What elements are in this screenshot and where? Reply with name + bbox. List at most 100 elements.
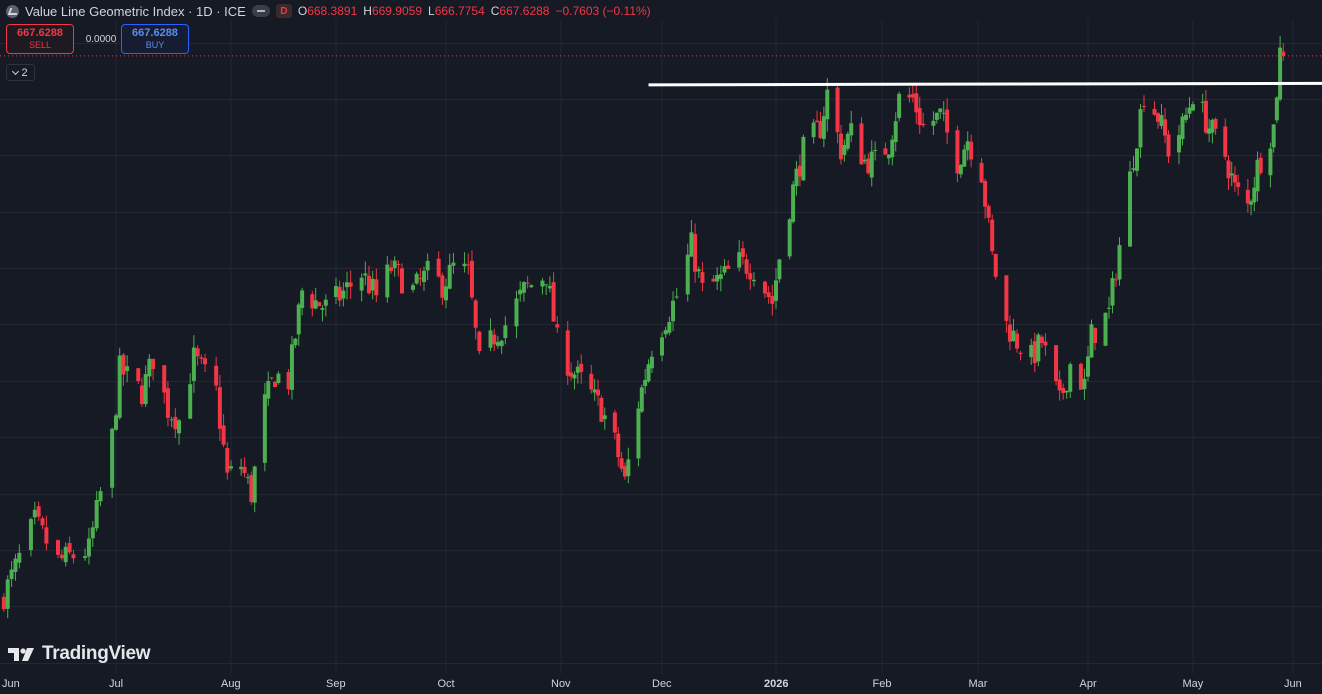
candle [1166,130,1171,163]
candle [740,241,745,265]
candle [359,273,364,302]
candle [1128,160,1132,247]
candle [525,275,530,289]
candle [1245,178,1250,213]
candle [1086,345,1090,382]
candle [693,223,698,283]
candle [1103,312,1108,347]
price-chart[interactable] [0,0,1322,694]
candle [689,220,694,258]
candle [191,335,196,393]
candle [63,542,68,567]
candle [165,381,170,427]
low-value: 666.7754 [434,4,485,18]
candle [551,272,556,322]
candle [737,240,742,272]
candle [5,575,10,619]
candle [9,561,14,587]
candle [639,384,644,414]
candle [931,111,936,136]
buy-button[interactable]: 667.6288 BUY [121,24,189,54]
candle [1036,332,1041,367]
x-tick-label: Nov [551,678,571,690]
candle [1184,107,1188,123]
candle [722,259,727,276]
candle [1191,101,1195,112]
candle [821,106,826,148]
candle [1203,89,1208,135]
candle [411,283,415,293]
tradingview-logo[interactable]: TradingView [8,643,151,665]
candle [389,260,393,274]
candle [835,85,840,144]
candle [503,316,508,345]
sell-label: SELL [28,40,52,50]
candle [794,160,799,196]
candle [1018,350,1023,361]
candle [1068,362,1073,398]
candle [44,515,49,551]
candle [447,253,452,290]
candle [345,271,349,300]
x-tick-label: Jun [2,678,20,690]
candle [626,447,631,484]
candle [317,301,322,307]
candle [993,253,998,280]
sell-button[interactable]: 667.6288 SELL [6,24,74,54]
sell-price: 667.6288 [17,27,63,39]
candle [98,487,103,507]
candle [934,112,939,124]
candle [1232,166,1237,192]
close-value: 667.6288 [499,4,550,18]
candle [32,501,37,525]
candle [715,267,720,291]
candle [173,408,178,439]
candle [787,217,792,260]
candle [177,418,182,445]
x-tick-label: Dec [652,678,672,690]
candle [221,414,226,448]
candle [1152,101,1157,116]
ohlc-values: O668.3891 H669.9059 L666.7754 C667.6288 … [298,4,651,18]
candle [897,91,902,122]
symbol-title[interactable]: Value Line Geometric Index · 1D · ICE [25,4,246,19]
candle [425,253,430,281]
candle [917,96,922,134]
candle [986,204,991,223]
candle [162,364,167,404]
candle [444,278,448,309]
candle [143,365,148,408]
candle [367,265,371,295]
candle [555,316,560,333]
x-tick-label: Feb [872,678,892,690]
candle [1271,123,1276,153]
candle [1107,296,1111,319]
candle [117,347,122,420]
high-label: H [363,4,372,18]
candle [147,354,152,388]
candle [979,157,984,184]
chevron-down-icon [12,67,20,75]
candle [838,125,843,165]
candle [815,110,820,123]
candle [341,282,346,307]
candle [477,330,482,355]
candle [86,527,91,565]
market-status-badge[interactable]: D [275,4,292,18]
candle [893,112,898,152]
candle [40,516,45,530]
candle [1138,103,1143,158]
resistance-line[interactable] [648,81,1322,87]
candle [418,268,423,286]
candle [818,111,823,140]
hide-legend-toggle[interactable] [251,5,270,17]
candle [921,112,926,128]
open-label: O [297,4,308,18]
candle [323,294,328,317]
high-value: 669.9059 [371,4,422,18]
candle [13,554,18,581]
candle [883,142,888,155]
time-axis[interactable]: Jun Jul Aug Sep Oct Nov Dec 2026 Feb Mar Apr May Jun [0,674,1322,694]
candle [914,84,919,124]
indicators-collapse-button[interactable]: 2 [6,64,35,81]
